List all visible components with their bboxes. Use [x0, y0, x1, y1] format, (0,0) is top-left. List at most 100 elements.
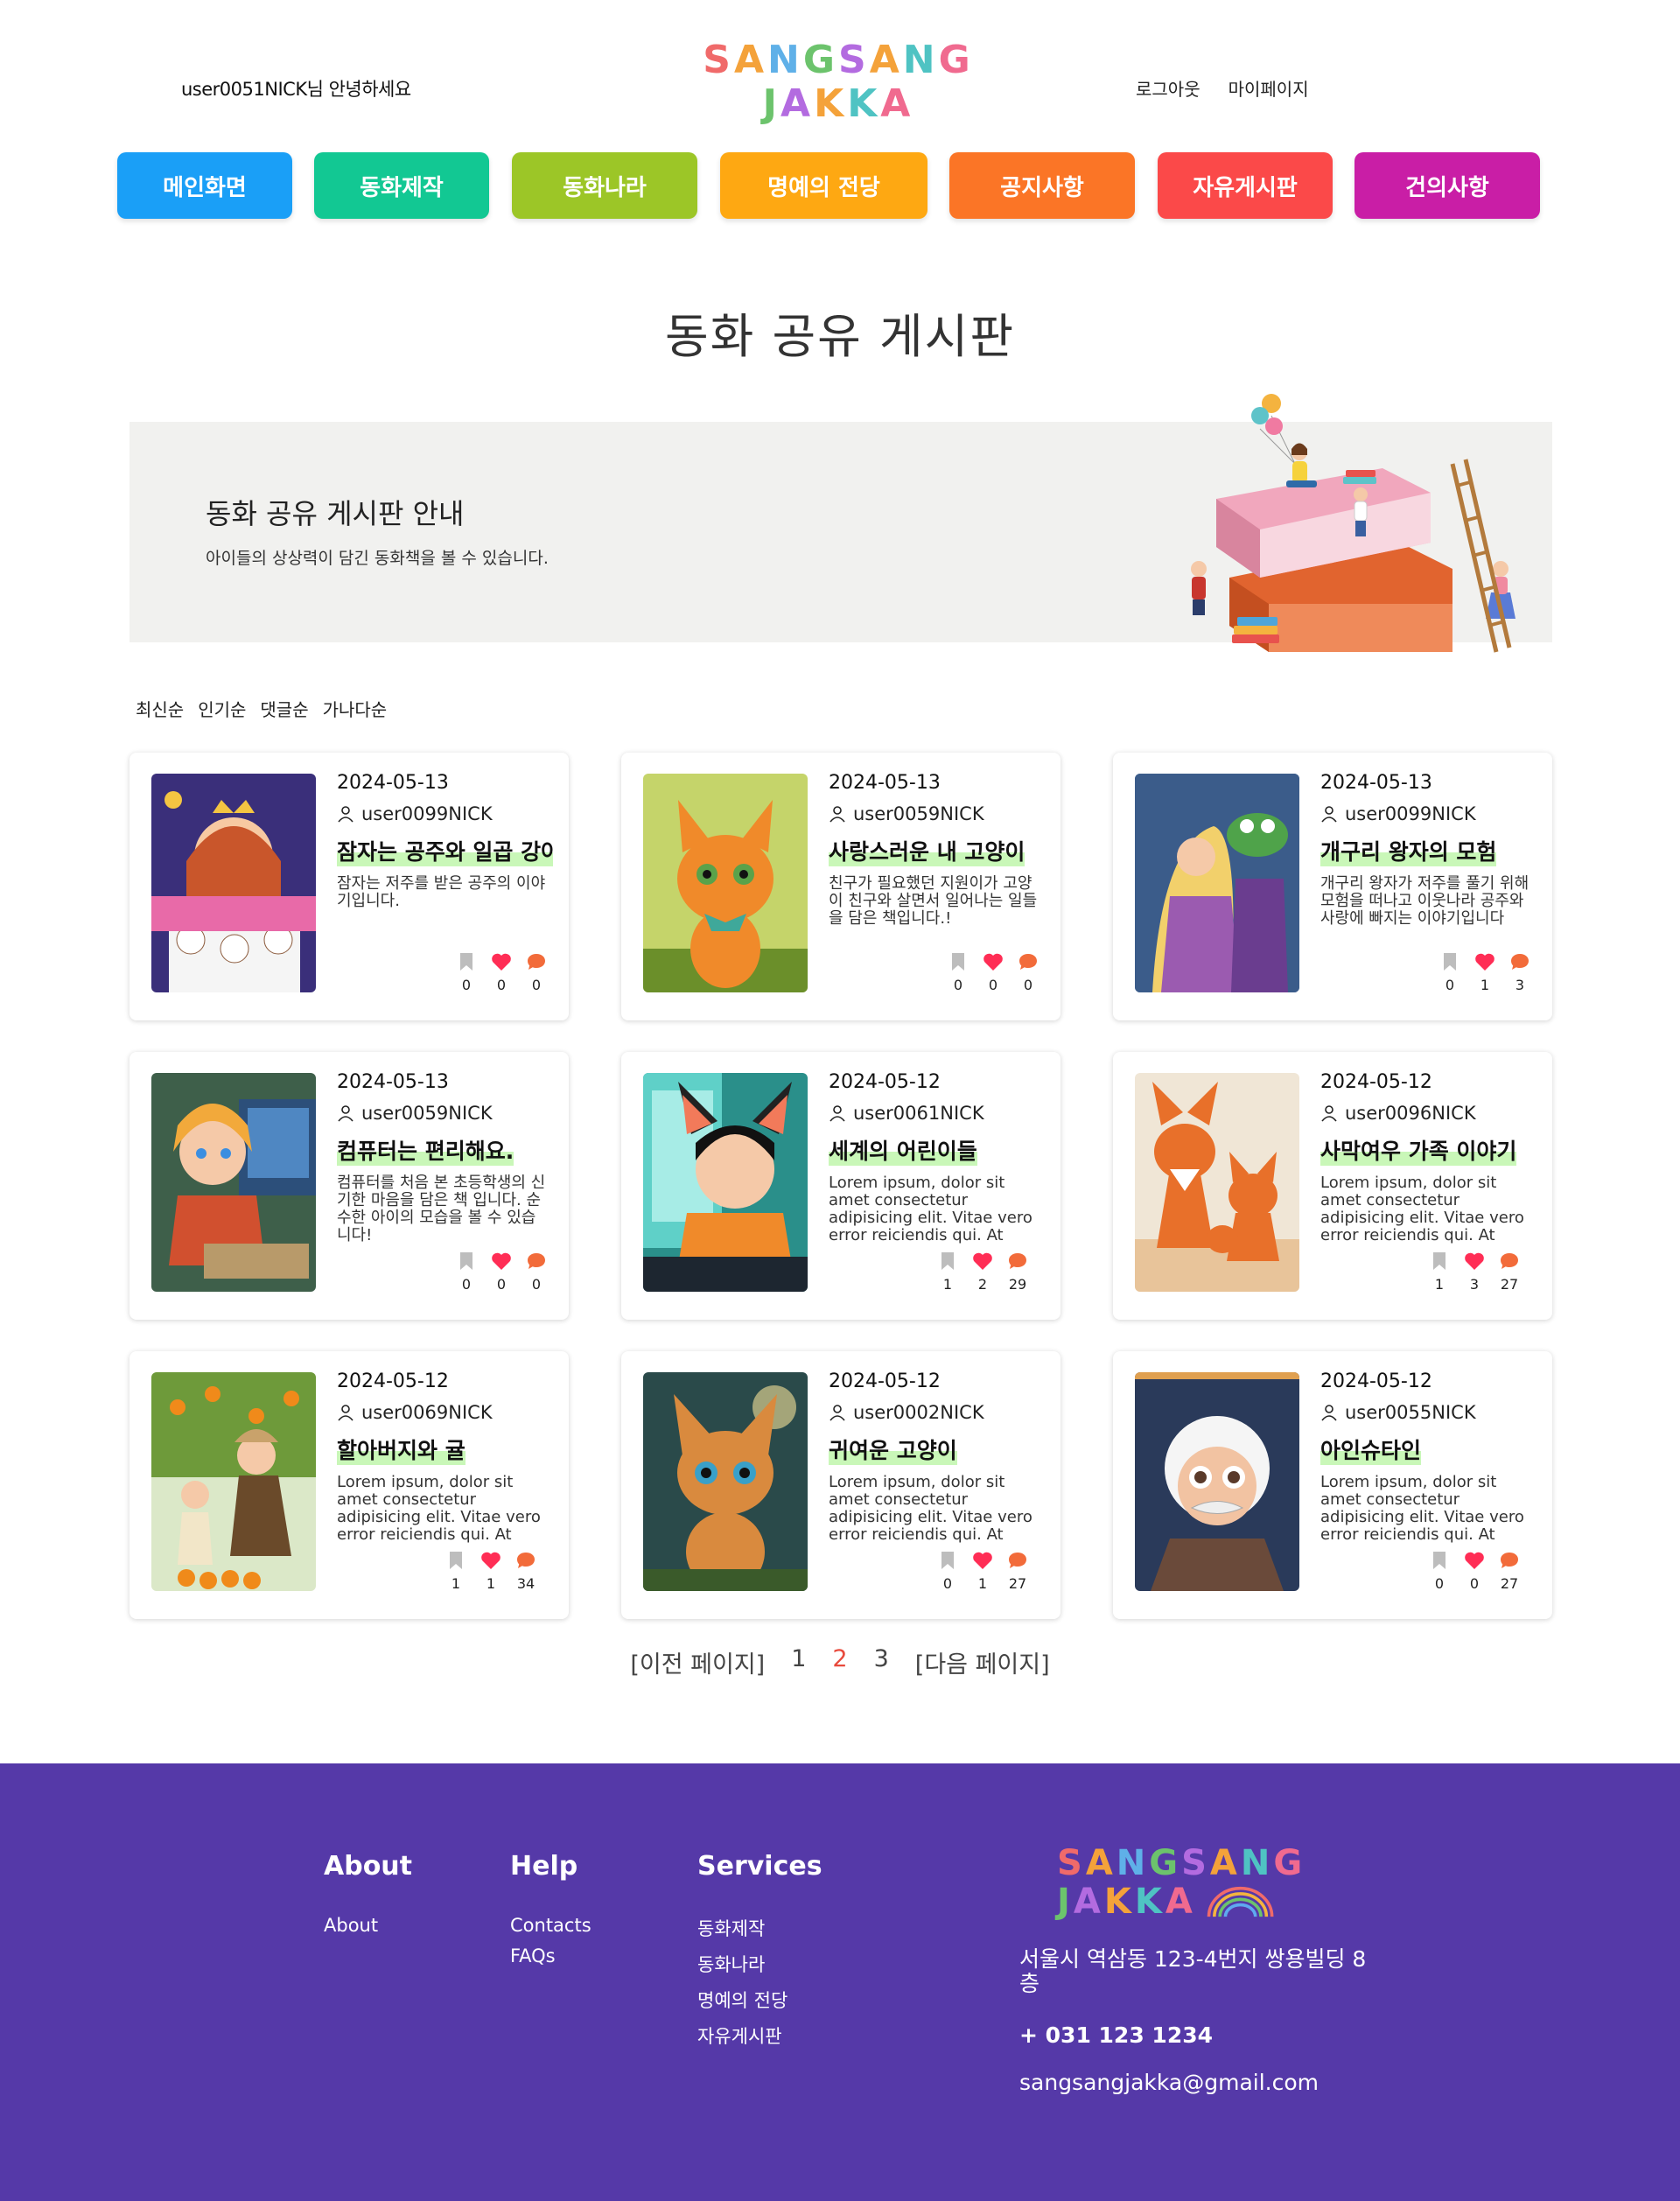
- comment-stat[interactable]: 3: [1508, 952, 1531, 993]
- nav-hall-of-fame[interactable]: 명예의 전당: [720, 152, 928, 219]
- page-3-link[interactable]: 3: [874, 1645, 889, 1679]
- story-card[interactable]: 2024-05-13 user0099NICK 잠자는 공주와 일곱 강아지잠자는 …: [130, 753, 569, 1020]
- footer-service-storyland-link[interactable]: 동화나라: [697, 1951, 822, 1977]
- story-title[interactable]: 개구리 왕자의 모험: [1320, 835, 1497, 866]
- story-date: 2024-05-12: [1320, 1071, 1432, 1093]
- bookmark-stat[interactable]: 0: [1438, 952, 1461, 993]
- comment-stat[interactable]: 27: [1498, 1251, 1521, 1293]
- nav-main[interactable]: 메인화면: [117, 152, 292, 219]
- story-title[interactable]: 사막여우 가족 이야기: [1320, 1134, 1517, 1166]
- story-thumbnail[interactable]: [1135, 774, 1299, 992]
- bookmark-count: 0: [461, 977, 472, 993]
- footer-service-board-link[interactable]: 자유게시판: [697, 2022, 822, 2049]
- nav-create[interactable]: 동화제작: [314, 152, 489, 219]
- next-page-link[interactable]: [다음 페이지]: [915, 1645, 1050, 1679]
- comment-stat[interactable]: 0: [1017, 952, 1040, 993]
- like-stat[interactable]: 1: [1474, 952, 1496, 993]
- bookmark-stat[interactable]: 0: [936, 1551, 959, 1592]
- logo-letter: A: [880, 81, 914, 126]
- footer-contacts-link[interactable]: Contacts: [510, 1915, 592, 1936]
- story-title[interactable]: 사랑스러운 내 고양이: [829, 835, 1026, 866]
- like-stat[interactable]: 0: [982, 952, 1004, 993]
- sort-alphabetical[interactable]: 가나다순: [323, 696, 388, 721]
- bookmark-stat[interactable]: 0: [1428, 1551, 1451, 1592]
- comment-stat[interactable]: 27: [1498, 1551, 1521, 1592]
- nav-notice[interactable]: 공지사항: [949, 152, 1135, 219]
- banner-title: 동화 공유 게시판 안내: [206, 497, 465, 530]
- story-thumbnail[interactable]: [151, 1073, 316, 1292]
- like-stat[interactable]: 3: [1463, 1251, 1486, 1293]
- footer-email[interactable]: sangsangjakka@gmail.com: [1019, 2070, 1319, 2095]
- story-card[interactable]: 2024-05-12 user0069NICK 할아버지와 귤 Lorem ipsum…: [130, 1351, 569, 1619]
- greeting-text: user0051NICK님 안녕하세요: [181, 79, 411, 100]
- story-thumbnail[interactable]: [1135, 1372, 1299, 1591]
- story-card[interactable]: 2024-05-13 user0099NICK 개구리 왕자의 모험 개구리 왕자가 …: [1113, 753, 1552, 1020]
- story-author: user0059NICK: [337, 1103, 493, 1124]
- footer-faqs-link[interactable]: FAQs: [510, 1945, 592, 1966]
- story-title[interactable]: 세계의 어린이들: [829, 1134, 977, 1166]
- like-stat[interactable]: 0: [490, 1251, 513, 1293]
- like-stat[interactable]: 0: [490, 952, 513, 993]
- nav-free-board[interactable]: 자유게시판: [1158, 152, 1333, 219]
- like-stat[interactable]: 1: [971, 1551, 994, 1592]
- site-footer: About About Help Contacts FAQs Services …: [0, 1763, 1680, 2201]
- comment-stat[interactable]: 27: [1006, 1551, 1029, 1592]
- bookmark-stat[interactable]: 0: [455, 952, 478, 993]
- story-title[interactable]: 귀여운 고양이: [829, 1433, 957, 1465]
- logo-letter: G: [802, 38, 838, 82]
- story-title[interactable]: 컴퓨터는 편리해요.: [337, 1134, 514, 1166]
- story-title[interactable]: 잠자는 공주와 일곱 강아지: [337, 835, 553, 866]
- like-count: 1: [1480, 977, 1490, 993]
- story-thumbnail[interactable]: [643, 774, 808, 992]
- story-thumbnail[interactable]: [643, 1073, 808, 1292]
- story-thumbnail[interactable]: [151, 1372, 316, 1591]
- comment-stat[interactable]: 0: [525, 952, 548, 993]
- story-thumbnail[interactable]: [643, 1372, 808, 1591]
- like-stat[interactable]: 2: [971, 1251, 994, 1293]
- site-logo[interactable]: SANGSANG JAKKA: [703, 38, 970, 126]
- page-2-link[interactable]: 2: [832, 1645, 847, 1679]
- bookmark-stat[interactable]: 1: [444, 1551, 467, 1592]
- author-name: user0069NICK: [361, 1402, 493, 1423]
- story-description: 잠자는 저주를 받은 공주의 이야기입니다.: [337, 875, 546, 910]
- story-card[interactable]: 2024-05-13 user0059NICK 컴퓨터는 편리해요. 컴퓨터를 처음 …: [130, 1052, 569, 1320]
- comment-stat[interactable]: 0: [525, 1251, 548, 1293]
- story-title[interactable]: 아인슈타인: [1320, 1433, 1422, 1465]
- bookmark-count: 0: [942, 1575, 953, 1592]
- comment-stat[interactable]: 34: [514, 1551, 537, 1592]
- story-card[interactable]: 2024-05-12 user0061NICK 세계의 어린이들 Lorem ipsu…: [621, 1052, 1060, 1320]
- story-thumbnail[interactable]: [1135, 1073, 1299, 1292]
- story-card[interactable]: 2024-05-12 user0002NICK 귀여운 고양이 Lorem ipsum…: [621, 1351, 1060, 1619]
- bookmark-icon: [460, 1252, 472, 1270]
- nav-storyland[interactable]: 동화나라: [512, 152, 697, 219]
- prev-page-link[interactable]: [이전 페이지]: [630, 1645, 765, 1679]
- story-card[interactable]: 2024-05-12 user0096NICK 사막여우 가족 이야기 Lorem i…: [1113, 1052, 1552, 1320]
- footer-service-hall-link[interactable]: 명예의 전당: [697, 1987, 822, 2013]
- sort-popular[interactable]: 인기순: [198, 696, 246, 721]
- footer-service-create-link[interactable]: 동화제작: [697, 1915, 822, 1941]
- author-name: user0059NICK: [853, 803, 984, 824]
- mypage-link[interactable]: 마이페이지: [1228, 75, 1309, 101]
- bookmark-stat[interactable]: 0: [455, 1251, 478, 1293]
- story-description: Lorem ipsum, dolor sit amet consectetur …: [337, 1474, 541, 1544]
- story-card[interactable]: 2024-05-12 user0055NICK 아인슈타인 Lorem ipsum, …: [1113, 1351, 1552, 1619]
- comment-stat[interactable]: 29: [1006, 1251, 1029, 1293]
- story-card[interactable]: 2024-05-13 user0059NICK 사랑스러운 내 고양이 친구가 필요했…: [621, 753, 1060, 1020]
- story-stats: 0 0 0: [455, 952, 548, 993]
- story-date: 2024-05-13: [337, 1071, 449, 1093]
- bookmark-stat[interactable]: 0: [947, 952, 970, 993]
- bookmark-stat[interactable]: 1: [936, 1251, 959, 1293]
- footer-about-link[interactable]: About: [324, 1915, 412, 1936]
- page-1-link[interactable]: 1: [791, 1645, 806, 1679]
- story-stats: 1 1 34: [444, 1551, 537, 1592]
- like-stat[interactable]: 0: [1463, 1551, 1486, 1592]
- sort-comments[interactable]: 댓글순: [260, 696, 308, 721]
- story-title[interactable]: 할아버지와 귤: [337, 1433, 466, 1465]
- logout-link[interactable]: 로그아웃: [1136, 75, 1200, 101]
- nav-suggestions[interactable]: 건의사항: [1354, 152, 1540, 219]
- story-thumbnail[interactable]: [151, 774, 316, 992]
- like-stat[interactable]: 1: [480, 1551, 502, 1592]
- bookmark-stat[interactable]: 1: [1428, 1251, 1451, 1293]
- sort-latest[interactable]: 최신순: [136, 696, 184, 721]
- user-icon: [830, 806, 845, 823]
